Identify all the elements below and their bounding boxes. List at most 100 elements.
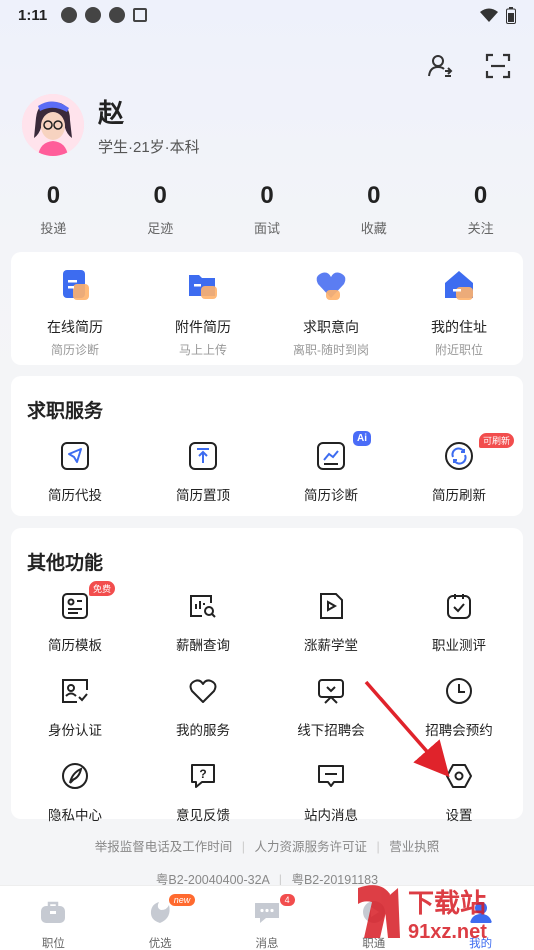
grid-label: 意见反馈 <box>176 808 230 823</box>
clock-icon <box>446 678 472 704</box>
new-badge: new <box>168 894 196 906</box>
business-license-link[interactable]: 营业执照 <box>389 840 439 854</box>
grid-label: 我的服务 <box>176 723 230 738</box>
user-subtitle: 学生·21岁·本科 <box>98 139 200 156</box>
grid-label: 设置 <box>445 808 473 823</box>
stat-favorites[interactable]: 0 收藏 <box>320 182 427 237</box>
salary-search-icon <box>190 595 216 618</box>
resume-quick-card: 在线简历 简历诊断 附件简历 马上上传 求职意向 离职-随时到岗 我的住址 附近… <box>11 252 523 365</box>
stat-count: 0 <box>473 182 488 209</box>
section-title: 求职服务 <box>27 401 104 422</box>
quick-sub: 马上上传 <box>178 343 227 357</box>
stats-row: 0 投递 0 足迹 0 面试 0 收藏 0 关注 <box>0 182 534 237</box>
identity-verification-item[interactable]: 身份认证 <box>11 676 139 739</box>
my-services-item[interactable]: 我的服务 <box>139 676 267 739</box>
quick-label: 附件简历 <box>175 319 231 335</box>
watermark-title: 下载站 <box>408 889 486 919</box>
free-badge: 免费 <box>89 581 116 596</box>
job-service-card: 求职服务 简历代投 简历置顶 Ai 简历诊断 可刷新 简历刷新 <box>11 376 523 516</box>
tab-jobs[interactable]: 职位 <box>0 886 107 950</box>
stat-count: 0 <box>367 182 381 209</box>
heart-icon <box>316 272 346 300</box>
send-icon <box>61 442 89 470</box>
site-watermark: 下载站 91xz.net <box>350 880 528 946</box>
stat-label: 关注 <box>467 221 494 236</box>
grid-label: 涨薪学堂 <box>304 638 358 653</box>
tab-featured[interactable]: new 优选 <box>107 886 214 950</box>
grid-label: 站内消息 <box>304 808 358 823</box>
scan-icon[interactable] <box>484 52 512 80</box>
grid-label: 职业测评 <box>432 638 486 653</box>
folder-icon <box>189 275 217 299</box>
notification-icon <box>61 7 78 23</box>
stat-count: 0 <box>260 182 274 209</box>
stat-deliveries[interactable]: 0 投递 <box>0 182 107 237</box>
chat-icon <box>254 903 279 923</box>
attachment-resume-item[interactable]: 附件简历 马上上传 <box>139 268 267 365</box>
job-intention-item[interactable]: 求职意向 离职-随时到岗 <box>267 268 395 365</box>
tab-label: 职位 <box>41 938 65 950</box>
hr-license-link[interactable]: 人力资源服务许可证 <box>254 840 367 854</box>
salary-query-item[interactable]: 薪酬查询 <box>139 591 267 654</box>
stat-footprints[interactable]: 0 足迹 <box>107 182 214 237</box>
briefcase-icon <box>41 901 66 923</box>
grid-label: 简历诊断 <box>304 488 358 503</box>
svg-text:?: ? <box>199 767 206 781</box>
stat-interviews[interactable]: 0 面试 <box>214 182 321 237</box>
grid-label: 线下招聘会 <box>297 723 365 738</box>
grid-label: 简历置顶 <box>176 488 230 503</box>
message-icon <box>318 765 344 787</box>
notification-icon <box>109 7 126 23</box>
avatar[interactable] <box>22 94 84 156</box>
chart-trend-icon <box>317 442 345 470</box>
ai-badge: Ai <box>353 431 371 446</box>
stat-count: 0 <box>46 182 61 209</box>
feather-icon <box>62 763 88 789</box>
resume-diagnosis-item[interactable]: Ai 简历诊断 <box>267 431 395 504</box>
my-address-item[interactable]: 我的住址 附近职位 <box>395 268 523 365</box>
offline-job-fair-item[interactable]: 线下招聘会 <box>267 676 395 739</box>
tab-label: 优选 <box>148 938 172 950</box>
resume-top-item[interactable]: 简历置顶 <box>139 441 267 504</box>
report-phone-link[interactable]: 举报监督电话及工作时间 <box>95 840 233 854</box>
stat-count: 0 <box>153 182 167 209</box>
stat-label: 收藏 <box>360 221 387 236</box>
grid-label: 简历刷新 <box>432 488 486 503</box>
stat-follows[interactable]: 0 关注 <box>427 182 534 237</box>
section-title: 其他功能 <box>27 553 104 574</box>
settings-item[interactable]: 设置 <box>395 761 523 824</box>
resume-template-item[interactable]: 免费 简历模板 <box>11 581 139 654</box>
feedback-item[interactable]: ? 意见反馈 <box>139 761 267 824</box>
watermark-domain: 91xz.net <box>408 921 487 943</box>
switch-identity-icon[interactable] <box>426 52 454 80</box>
resume-doc-icon <box>63 270 89 300</box>
resume-delivery-item[interactable]: 简历代投 <box>11 441 139 504</box>
battery-icon <box>506 6 516 24</box>
grid-label: 隐私中心 <box>48 808 102 823</box>
notification-icon <box>85 7 102 23</box>
user-name: 赵 <box>98 98 125 128</box>
profile-header[interactable]: 赵 学生·21岁·本科 <box>22 93 200 157</box>
privacy-center-item[interactable]: 隐私中心 <box>11 761 139 824</box>
refreshable-badge: 可刷新 <box>479 433 515 448</box>
refresh-icon <box>445 442 473 470</box>
resume-refresh-item[interactable]: 可刷新 简历刷新 <box>395 433 523 504</box>
unread-count-badge: 4 <box>279 894 295 906</box>
tab-messages[interactable]: 4 消息 <box>214 886 321 950</box>
quick-sub: 附近职位 <box>434 343 483 357</box>
other-features-card: 其他功能 免费 简历模板 薪酬查询 涨薪学堂 职业测评 身份认证 我的服务 线下… <box>11 528 523 823</box>
job-fair-booking-item[interactable]: 招聘会预约 <box>395 676 523 739</box>
grid-label: 招聘会预约 <box>425 723 493 738</box>
clipboard-check-icon <box>447 594 471 619</box>
template-icon <box>62 593 88 619</box>
tab-label: 消息 <box>255 938 279 950</box>
notification-icon <box>133 8 148 22</box>
salary-academy-item[interactable]: 涨薪学堂 <box>267 591 395 654</box>
career-test-item[interactable]: 职业测评 <box>395 591 523 654</box>
inbox-messages-item[interactable]: 站内消息 <box>267 761 395 824</box>
wifi-icon <box>480 8 498 22</box>
grid-label: 身份认证 <box>48 723 102 738</box>
online-resume-item[interactable]: 在线简历 简历诊断 <box>11 268 139 365</box>
settings-icon <box>446 764 472 788</box>
home-icon <box>445 271 473 300</box>
